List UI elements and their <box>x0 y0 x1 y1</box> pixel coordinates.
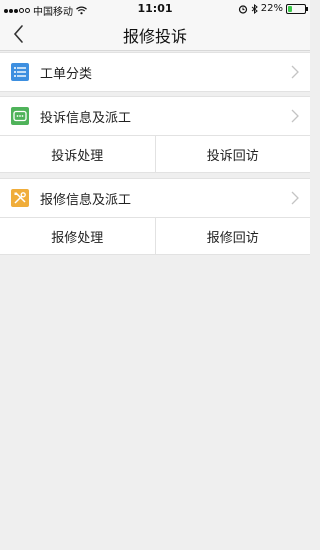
chevron-right-icon <box>291 191 299 205</box>
repair-handle-button[interactable]: 报修处理 <box>0 218 155 254</box>
message-icon <box>11 107 29 125</box>
repair-followup-button[interactable]: 报修回访 <box>154 218 311 254</box>
chevron-right-icon <box>291 65 299 79</box>
chevron-right-icon <box>291 109 299 123</box>
repair-info-label: 报修信息及派工 <box>40 192 132 208</box>
navigation-bar: 报修投诉 <box>0 18 310 51</box>
battery-fill <box>288 5 292 12</box>
status-bar: 中国移动 11:01 22% <box>0 0 310 18</box>
tools-icon <box>11 189 29 207</box>
complaint-followup-button[interactable]: 投诉回访 <box>154 136 311 172</box>
battery-percent: 22% <box>260 3 283 14</box>
complaint-handle-button[interactable]: 投诉处理 <box>0 136 155 172</box>
repair-group: 报修信息及派工 报修处理 报修回访 <box>0 178 310 255</box>
list-icon <box>11 63 29 81</box>
bluetooth-icon <box>251 3 258 14</box>
complaint-info-row[interactable]: 投诉信息及派工 <box>0 97 310 135</box>
order-category-label: 工单分类 <box>40 66 93 82</box>
complaint-group: 投诉信息及派工 投诉处理 投诉回访 <box>0 96 310 173</box>
status-right: 22% <box>238 3 308 14</box>
complaint-actions: 投诉处理 投诉回访 <box>0 135 310 172</box>
repair-actions: 报修处理 报修回访 <box>0 217 310 254</box>
alarm-icon <box>238 4 247 14</box>
order-category-group: 工单分类 <box>0 52 310 92</box>
page-title: 报修投诉 <box>122 27 187 46</box>
battery-icon <box>286 3 308 14</box>
repair-info-row[interactable]: 报修信息及派工 <box>0 179 310 217</box>
order-category-row[interactable]: 工单分类 <box>0 53 310 91</box>
complaint-info-label: 投诉信息及派工 <box>40 110 132 126</box>
